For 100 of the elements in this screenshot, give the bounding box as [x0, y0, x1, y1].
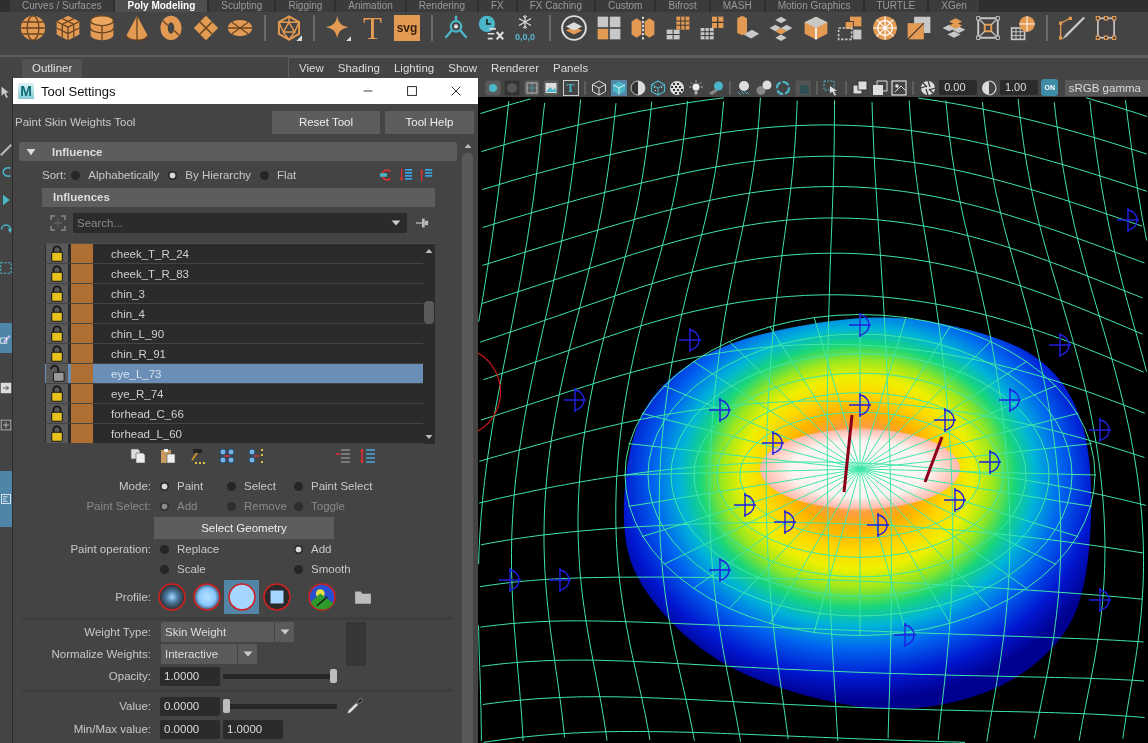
paint-operation-radio[interactable]: Smooth [294, 563, 351, 575]
grid-squares-icon[interactable] [664, 15, 691, 41]
layout-icon[interactable] [0, 471, 12, 527]
sparkle-icon[interactable] [325, 15, 351, 41]
overlap-squares-icon[interactable] [852, 79, 869, 96]
paint-tool-icon[interactable] [0, 323, 12, 353]
dashed-ring-icon[interactable] [775, 79, 792, 96]
light-bulb-icon[interactable] [688, 79, 705, 96]
wheel-sphere-icon[interactable] [871, 15, 898, 41]
influence-row[interactable]: eye_R_74 [45, 384, 423, 404]
sort-up-icon[interactable] [419, 168, 433, 182]
lock-icon[interactable] [46, 244, 68, 263]
play-arrow-icon[interactable] [0, 194, 12, 206]
close-icon[interactable] [451, 86, 461, 96]
lock-icon[interactable] [46, 344, 68, 363]
shelf-tab[interactable]: Rigging [276, 0, 335, 12]
shelf-tab[interactable]: Motion Graphics [765, 0, 863, 12]
half-square-icon[interactable] [906, 15, 932, 41]
cylinder-icon[interactable] [89, 15, 115, 41]
bevel-cube-icon[interactable] [802, 15, 829, 41]
menu-item[interactable]: Panels [545, 62, 596, 74]
sphere-icon[interactable] [20, 15, 46, 41]
tool-help-button[interactable]: Tool Help [385, 110, 474, 134]
lock-icon[interactable] [46, 384, 68, 403]
split-cubes-icon[interactable] [630, 15, 656, 41]
knife-icon[interactable] [1058, 15, 1085, 41]
torus-icon[interactable] [158, 15, 184, 41]
sort-list-icon[interactable] [359, 447, 376, 464]
exposure-field[interactable]: 0.00 [939, 80, 978, 95]
lock-icon[interactable] [46, 264, 68, 283]
plane-icon[interactable] [192, 15, 219, 41]
joint-tool-icon[interactable] [443, 15, 469, 41]
two-spheres-icon[interactable] [755, 79, 772, 96]
scroll-up-icon[interactable] [463, 142, 472, 150]
snowflake-button[interactable]: 0,0,0 [512, 14, 538, 42]
paste-icon[interactable] [159, 447, 176, 464]
shelf-tab[interactable]: Rendering [406, 0, 477, 12]
wireframe-cube-icon[interactable] [591, 79, 608, 96]
shelf-tab[interactable]: Curves / Surfaces [10, 0, 114, 12]
folder-icon[interactable] [354, 588, 372, 606]
shelf-tab[interactable]: Poly Modeling [115, 0, 208, 12]
shelf-tab[interactable]: FX Caching [517, 0, 594, 12]
brush-icon[interactable] [0, 144, 12, 156]
max-value-field[interactable]: 1.0000 [223, 719, 283, 739]
grid-sphere-icon[interactable] [1009, 15, 1036, 41]
image-frame-icon[interactable] [891, 79, 907, 96]
influence-frame-header[interactable]: Influence [19, 142, 457, 161]
half-sphere-icon[interactable] [630, 79, 647, 96]
gamma-field[interactable]: 1.00 [999, 80, 1038, 95]
value-field[interactable]: 0.0000 [160, 696, 220, 716]
shelf-tab[interactable]: XGen [929, 0, 979, 12]
cone-icon[interactable] [123, 15, 150, 41]
lock-icon[interactable] [46, 324, 68, 343]
shelf-tab[interactable]: Bifrost [656, 0, 709, 12]
shaded-cube-icon[interactable] [610, 79, 627, 96]
square-icon[interactable] [871, 79, 888, 96]
lasso-icon[interactable] [0, 166, 12, 178]
checker-sphere-icon[interactable] [668, 79, 685, 96]
dotted-rect-icon[interactable] [1093, 15, 1119, 41]
menu-item[interactable]: Shading [330, 62, 387, 74]
view-transform-dropdown[interactable]: sRGB gamma [1064, 79, 1148, 96]
shadow-sphere-icon[interactable] [707, 79, 724, 96]
dropdown-caret-icon[interactable] [391, 218, 401, 228]
layers-circle-icon[interactable] [561, 15, 587, 41]
sort-radio[interactable]: Flat [260, 169, 297, 181]
image-icon[interactable] [543, 79, 560, 96]
slider-thumb[interactable] [330, 669, 337, 683]
text-toggle-button[interactable]: T [562, 79, 579, 96]
outliner-tab[interactable]: Outliner [22, 59, 83, 78]
textured-cube-icon[interactable] [649, 79, 666, 96]
hammer-icon[interactable] [189, 447, 205, 464]
icosahedron-icon[interactable] [276, 15, 302, 41]
influence-row[interactable]: chin_L_90 [45, 324, 423, 344]
mode-radio[interactable]: Paint [160, 480, 227, 492]
grid-icon[interactable] [523, 79, 540, 96]
shelf-tab[interactable]: Custom [596, 0, 655, 12]
shelf-tab[interactable]: Sculpting [209, 0, 275, 12]
lock-icon[interactable] [46, 404, 68, 423]
prune-icon[interactable] [379, 168, 393, 182]
influence-row[interactable]: cheek_T_R_24 [45, 244, 423, 264]
plus-box-icon[interactable] [0, 419, 12, 431]
lock-icon[interactable] [46, 304, 68, 323]
shelf-tab[interactable]: MASH [710, 0, 764, 12]
min-value-field[interactable]: 0.0000 [160, 719, 220, 739]
clock-list-icon[interactable] [477, 15, 504, 41]
tiles-icon[interactable] [768, 15, 794, 41]
slider-thumb[interactable] [223, 699, 230, 713]
split-grid-icon[interactable] [837, 15, 863, 41]
shelf-tab[interactable]: FX [478, 0, 516, 12]
half-circle-icon[interactable] [980, 79, 997, 96]
scroll-down-icon[interactable] [425, 433, 433, 441]
unlocked-lock-icon[interactable] [46, 364, 68, 383]
svg-tool-button[interactable]: svg [394, 15, 420, 41]
search-field[interactable]: Search... [73, 213, 407, 233]
frame-icon[interactable] [975, 15, 1001, 41]
sort-radio[interactable]: Alphabetically [71, 169, 160, 181]
reset-tool-button[interactable]: Reset Tool [272, 110, 380, 134]
joint-select-icon[interactable] [248, 447, 264, 464]
influence-row[interactable]: forhead_L_60 [45, 424, 423, 444]
viewport[interactable] [478, 97, 1148, 743]
